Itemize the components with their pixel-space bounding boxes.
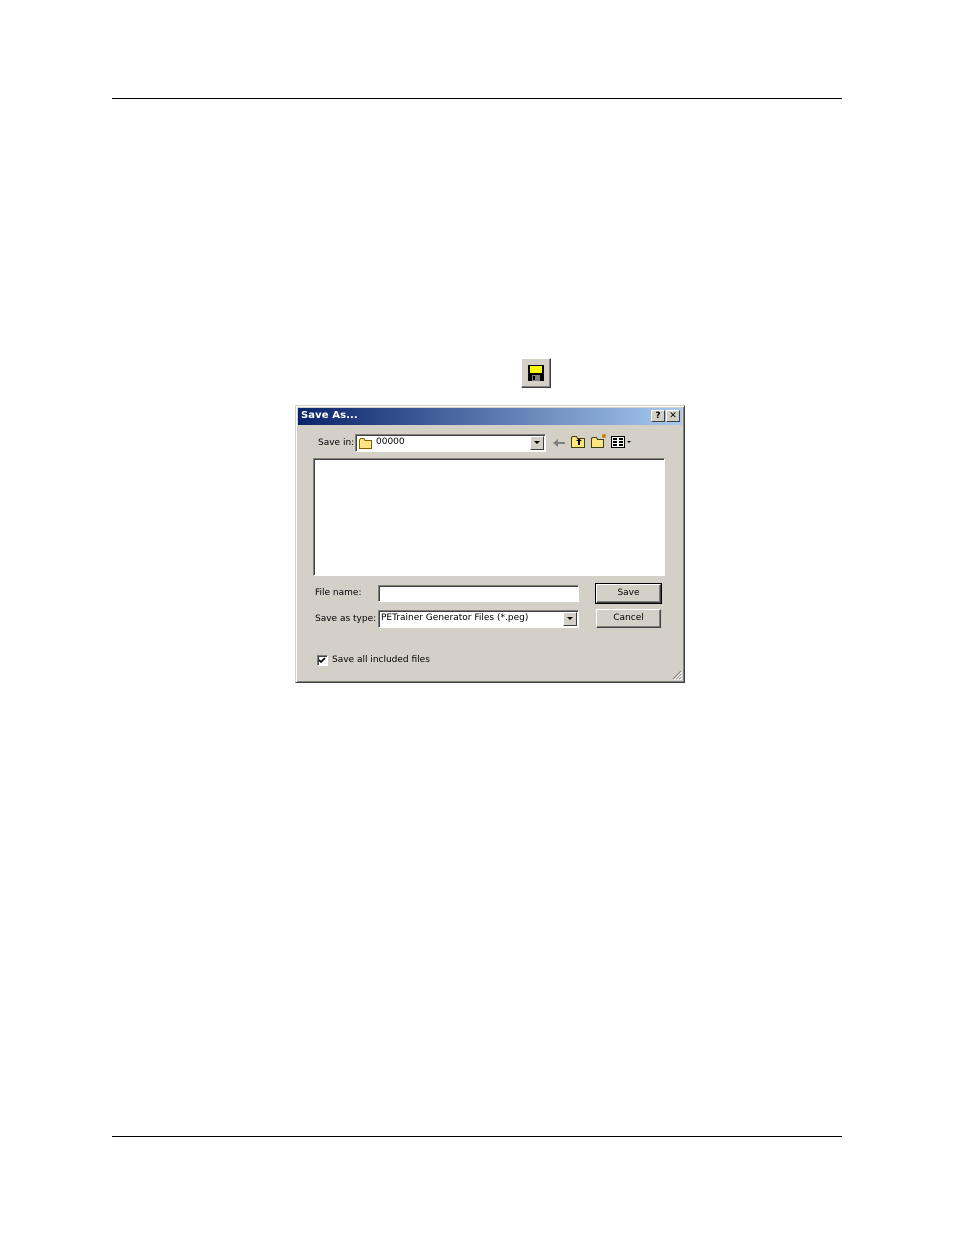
resize-grip-icon[interactable] [672,670,682,680]
save-as-type-dropdown-arrow[interactable] [563,612,577,626]
up-folder-icon[interactable] [571,435,586,448]
footer-rule [112,1136,842,1137]
save-as-type-value: PETrainer Generator Files (*.peg) [381,613,529,623]
save-in-label: Save in: [318,438,355,448]
file-name-input[interactable] [378,585,579,602]
header-rule [112,98,842,99]
folder-icon [359,438,372,449]
save-in-dropdown[interactable]: 00000 [355,434,546,452]
floppy-disk-icon [528,365,544,381]
file-list[interactable] [313,458,665,576]
checkmark-icon [318,657,326,664]
save-all-included-label: Save all included files [332,655,430,665]
title-bar: Save As... ? ✕ [298,408,682,425]
new-folder-icon[interactable] [591,434,607,448]
save-as-type-dropdown[interactable]: PETrainer Generator Files (*.peg) [378,610,579,628]
view-menu-icon[interactable] [611,436,633,448]
cancel-button[interactable]: Cancel [596,609,661,628]
save-button[interactable]: Save [595,583,662,604]
save-as-dialog: Save As... ? ✕ Save in: 00000 File name:… [295,405,685,683]
dialog-title: Save As... [301,410,358,421]
close-button[interactable]: ✕ [666,410,680,422]
file-name-label: File name: [315,588,362,598]
save-as-type-label: Save as type: [315,614,377,624]
save-in-dropdown-arrow[interactable] [530,436,544,450]
save-all-included-checkbox[interactable] [317,655,328,666]
back-arrow-icon[interactable] [552,437,566,449]
help-button[interactable]: ? [651,410,665,422]
save-in-value: 00000 [376,437,405,447]
save-toolbar-button[interactable] [521,358,551,388]
